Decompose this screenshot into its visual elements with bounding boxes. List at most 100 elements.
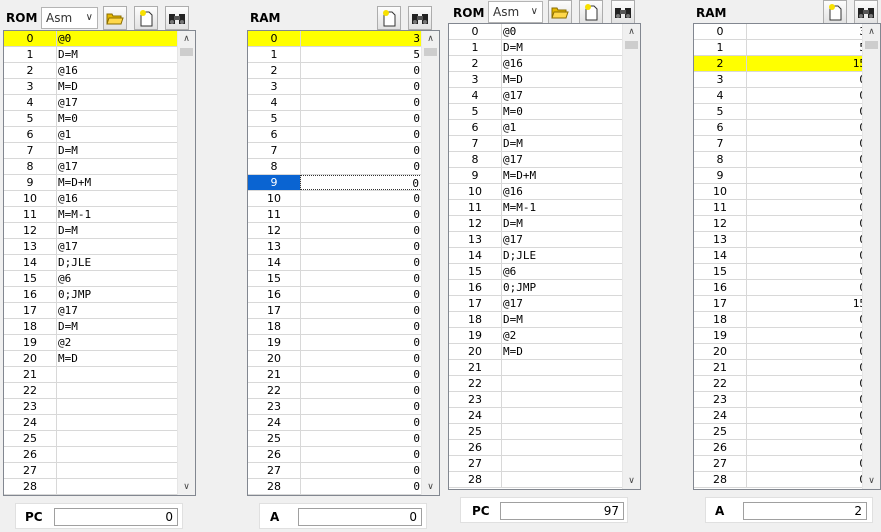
scroll-up-arrow-icon[interactable]: ∧ <box>863 24 880 40</box>
value-cell[interactable]: 0 <box>300 463 422 478</box>
find-button[interactable] <box>165 6 189 30</box>
table-row[interactable]: 270 <box>248 463 422 479</box>
table-row[interactable]: 280 <box>694 472 868 488</box>
vertical-scrollbar[interactable]: ∧ ∨ <box>177 31 195 495</box>
table-row[interactable]: 24 <box>4 415 178 431</box>
instruction-cell[interactable]: M=D <box>56 351 178 366</box>
instruction-cell[interactable]: @16 <box>501 56 623 71</box>
value-cell[interactable]: 0 <box>746 344 868 359</box>
table-row[interactable]: 4 @17 <box>4 95 178 111</box>
table-row[interactable]: 190 <box>694 328 868 344</box>
table-row[interactable]: 13 @17 <box>4 239 178 255</box>
value-cell[interactable]: 0 <box>746 264 868 279</box>
table-row[interactable]: 11 M=M-1 <box>449 200 623 216</box>
table-row[interactable]: 200 <box>248 351 422 367</box>
value-cell[interactable]: 0 <box>300 271 422 286</box>
table-row[interactable]: 03 <box>248 31 422 47</box>
scroll-thumb[interactable] <box>625 41 638 49</box>
a-value[interactable]: 2 <box>743 502 867 520</box>
value-cell[interactable]: 0 <box>300 63 422 78</box>
instruction-cell[interactable]: @17 <box>501 88 623 103</box>
value-cell[interactable]: 0 <box>746 216 868 231</box>
instruction-cell[interactable]: M=M-1 <box>501 200 623 215</box>
value-cell[interactable]: 0 <box>300 303 422 318</box>
scroll-thumb[interactable] <box>865 41 878 49</box>
value-cell[interactable]: 0 <box>300 95 422 110</box>
instruction-cell[interactable]: M=M-1 <box>56 207 178 222</box>
table-row[interactable]: 180 <box>248 319 422 335</box>
instruction-cell[interactable] <box>56 399 178 414</box>
instruction-cell[interactable]: D=M <box>56 223 178 238</box>
instruction-cell[interactable]: @1 <box>501 120 623 135</box>
table-row[interactable]: 17 15 <box>694 296 868 312</box>
table-row[interactable]: 7 D=M <box>449 136 623 152</box>
table-row[interactable]: 8 @17 <box>4 159 178 175</box>
value-cell[interactable]: 3 <box>300 31 422 46</box>
scroll-up-arrow-icon[interactable]: ∧ <box>422 31 439 47</box>
instruction-cell[interactable]: D=M <box>56 47 178 62</box>
value-cell[interactable]: 0 <box>300 143 422 158</box>
table-row[interactable]: 14 D;JLE <box>449 248 623 264</box>
table-row[interactable]: 21 <box>4 367 178 383</box>
table-row[interactable]: 160 <box>248 287 422 303</box>
instruction-cell[interactable]: D=M <box>56 319 178 334</box>
value-cell[interactable]: 0 <box>300 335 422 350</box>
value-cell[interactable]: 0 <box>300 415 422 430</box>
instruction-cell[interactable]: @17 <box>56 159 178 174</box>
scroll-down-arrow-icon[interactable]: ∨ <box>178 479 195 495</box>
value-cell[interactable]: 0 <box>746 136 868 151</box>
instruction-cell[interactable] <box>501 472 623 487</box>
instruction-cell[interactable] <box>501 408 623 423</box>
vertical-scrollbar[interactable]: ∧ ∨ <box>622 24 640 489</box>
instruction-cell[interactable]: @0 <box>56 31 178 46</box>
value-cell[interactable]: 3 <box>746 24 868 39</box>
table-row[interactable]: 10 @16 <box>4 191 178 207</box>
table-row[interactable]: 250 <box>248 431 422 447</box>
table-row[interactable]: 220 <box>248 383 422 399</box>
table-row[interactable]: 220 <box>694 376 868 392</box>
table-row[interactable]: 120 <box>694 216 868 232</box>
value-cell[interactable]: 5 <box>746 40 868 55</box>
scroll-down-arrow-icon[interactable]: ∨ <box>623 473 640 489</box>
scroll-down-arrow-icon[interactable]: ∨ <box>863 473 880 489</box>
instruction-cell[interactable] <box>56 367 178 382</box>
table-row[interactable]: 70 <box>694 136 868 152</box>
table-row[interactable]: 9 M=D+M <box>4 175 178 191</box>
value-cell[interactable]: 0 <box>746 312 868 327</box>
instruction-cell[interactable]: @17 <box>501 296 623 311</box>
instruction-cell[interactable]: @0 <box>501 24 623 39</box>
value-cell[interactable]: 0 <box>300 399 422 414</box>
instruction-cell[interactable] <box>501 424 623 439</box>
table-row[interactable]: 110 <box>248 207 422 223</box>
value-cell[interactable]: 0 <box>746 280 868 295</box>
scroll-up-arrow-icon[interactable]: ∧ <box>178 31 195 47</box>
instruction-cell[interactable]: D=M <box>501 312 623 327</box>
table-row[interactable]: 14 D;JLE <box>4 255 178 271</box>
table-row[interactable]: 13 @17 <box>449 232 623 248</box>
instruction-cell[interactable] <box>56 383 178 398</box>
table-row[interactable]: 23 <box>4 399 178 415</box>
value-cell[interactable]: 0 <box>746 440 868 455</box>
instruction-cell[interactable]: @17 <box>501 152 623 167</box>
table-row[interactable]: 100 <box>248 191 422 207</box>
value-cell[interactable]: 0 <box>300 367 422 382</box>
table-row[interactable]: 4 @17 <box>449 88 623 104</box>
value-cell[interactable]: 0 <box>746 472 868 487</box>
table-row[interactable]: 21 <box>449 360 623 376</box>
scroll-thumb[interactable] <box>424 48 437 56</box>
instruction-cell[interactable]: D=M <box>501 216 623 231</box>
format-select[interactable]: Asm ∨ <box>41 7 98 29</box>
rom-table[interactable]: 0 @0 1 D=M 2 @16 3 M=D 4 @17 5 M=0 6 @1 7 D=M 8 @17 9 M=D+M… <box>3 30 196 496</box>
instruction-cell[interactable]: M=D+M <box>501 168 623 183</box>
table-row[interactable]: 2 @16 <box>449 56 623 72</box>
new-file-button[interactable] <box>579 0 603 24</box>
table-row[interactable]: 11 M=M-1 <box>4 207 178 223</box>
scroll-up-arrow-icon[interactable]: ∧ <box>623 24 640 40</box>
table-row[interactable]: 17 @17 <box>449 296 623 312</box>
table-row[interactable]: 250 <box>694 424 868 440</box>
value-cell[interactable]: 0 <box>746 200 868 215</box>
vertical-scrollbar[interactable]: ∧ ∨ <box>862 24 880 489</box>
value-cell[interactable]: 0 <box>300 175 422 190</box>
find-button[interactable] <box>854 0 878 24</box>
table-row[interactable]: 200 <box>694 344 868 360</box>
